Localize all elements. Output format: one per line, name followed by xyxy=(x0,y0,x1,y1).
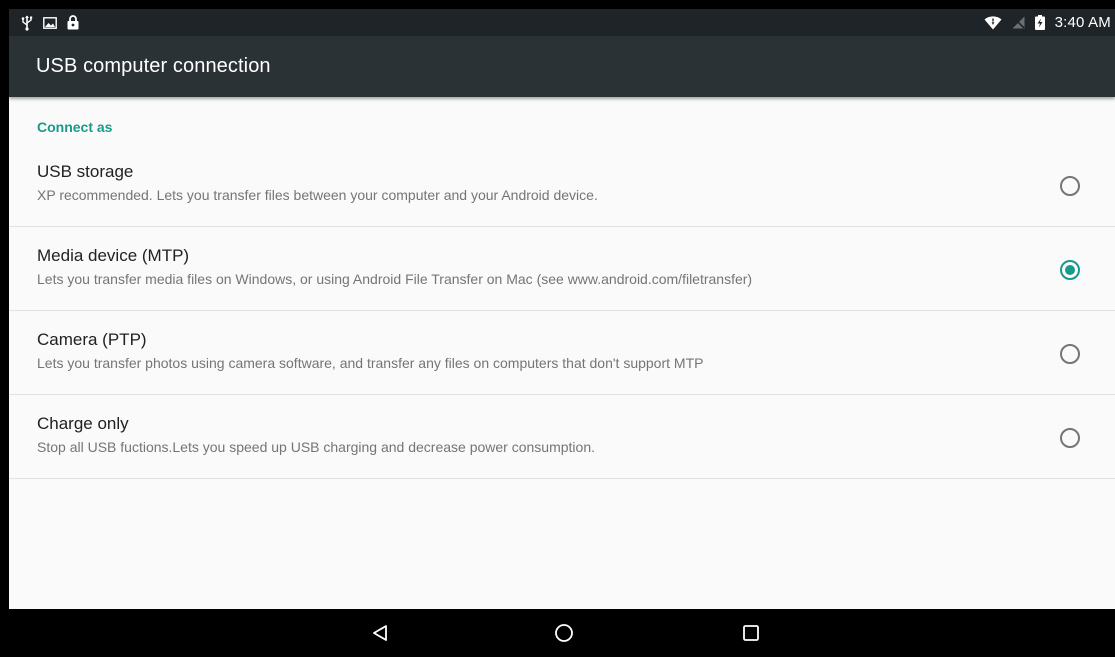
option-title: Media device (MTP) xyxy=(37,246,190,265)
status-time: 3:40 AM xyxy=(1054,14,1111,31)
option-charge-only[interactable]: Charge only Stop all USB fuctions.Lets y… xyxy=(9,395,1115,479)
back-icon[interactable] xyxy=(366,619,394,647)
option-title: Charge only xyxy=(37,414,129,433)
option-description: Lets you transfer photos using camera so… xyxy=(37,355,704,371)
option-media-device[interactable]: Media device (MTP) Lets you transfer med… xyxy=(9,227,1115,311)
option-title: Camera (PTP) xyxy=(37,330,147,349)
status-bar: 3:40 AM xyxy=(9,9,1115,36)
settings-content: Connect as USB storage XP recommended. L… xyxy=(9,97,1115,609)
status-right-icons: 3:40 AM xyxy=(984,9,1111,36)
lock-icon xyxy=(67,9,79,36)
option-description: XP recommended. Lets you transfer files … xyxy=(37,187,598,203)
recents-icon[interactable] xyxy=(737,619,765,647)
radio-button[interactable] xyxy=(1060,176,1080,196)
radio-button[interactable] xyxy=(1060,428,1080,448)
battery-charging-icon xyxy=(1034,9,1045,36)
screen: 3:40 AM USB computer connection Connect … xyxy=(9,9,1115,657)
app-bar: USB computer connection xyxy=(9,36,1115,97)
home-icon[interactable] xyxy=(550,619,578,647)
image-icon xyxy=(43,9,57,36)
option-description: Stop all USB fuctions.Lets you speed up … xyxy=(37,439,595,455)
option-usb-storage[interactable]: USB storage XP recommended. Lets you tra… xyxy=(9,143,1115,227)
usb-icon xyxy=(21,9,33,36)
page-title: USB computer connection xyxy=(36,55,271,77)
option-description: Lets you transfer media files on Windows… xyxy=(37,271,753,287)
wifi-icon xyxy=(984,9,1002,36)
radio-button[interactable] xyxy=(1060,344,1080,364)
option-title: USB storage xyxy=(37,162,134,181)
no-signal-icon xyxy=(1011,9,1025,36)
option-camera[interactable]: Camera (PTP) Lets you transfer photos us… xyxy=(9,311,1115,395)
status-left-icons xyxy=(21,9,79,36)
navigation-bar xyxy=(9,609,1115,657)
radio-button-selected[interactable] xyxy=(1060,260,1080,280)
section-header: Connect as xyxy=(37,119,113,135)
